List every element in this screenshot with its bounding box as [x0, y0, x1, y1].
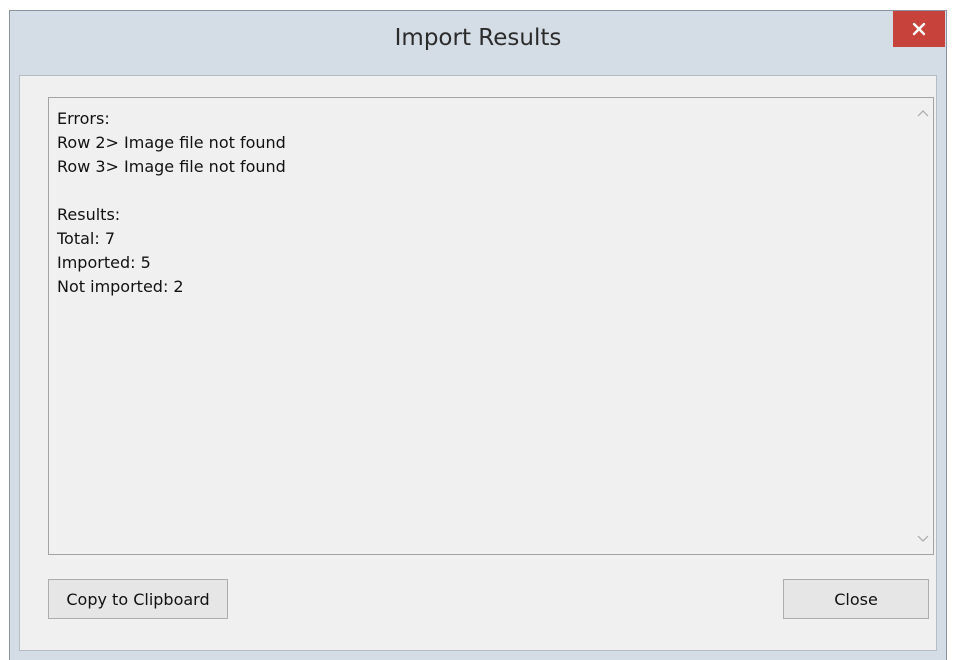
results-textbox[interactable]: Errors: Row 2> Image file not found Row … — [48, 97, 934, 555]
results-text: Errors: Row 2> Image file not found Row … — [57, 107, 286, 299]
results-line: Row 2> Image file not found — [57, 133, 286, 152]
chevron-up-icon — [917, 110, 929, 117]
results-line — [57, 179, 286, 203]
results-line: Not imported: 2 — [57, 277, 184, 296]
import-results-dialog: Import Results Errors: Row 2> Image file… — [9, 10, 947, 660]
results-line: Errors: — [57, 109, 110, 128]
results-line: Total: 7 — [57, 229, 116, 248]
scroll-down-button[interactable] — [916, 532, 930, 546]
vertical-scrollbar[interactable] — [913, 98, 933, 554]
results-line: Imported: 5 — [57, 253, 151, 272]
close-button[interactable]: Close — [783, 579, 929, 619]
copy-to-clipboard-button[interactable]: Copy to Clipboard — [48, 579, 228, 619]
chevron-down-icon — [917, 535, 929, 542]
title-bar[interactable]: Import Results — [10, 11, 946, 75]
dialog-title: Import Results — [394, 25, 562, 51]
scroll-up-button[interactable] — [916, 106, 930, 120]
close-window-button[interactable] — [893, 11, 945, 47]
dialog-body: Errors: Row 2> Image file not found Row … — [19, 75, 937, 651]
results-line: Row 3> Image file not found — [57, 157, 286, 176]
results-line: Results: — [57, 205, 121, 224]
close-x-icon — [912, 22, 926, 36]
